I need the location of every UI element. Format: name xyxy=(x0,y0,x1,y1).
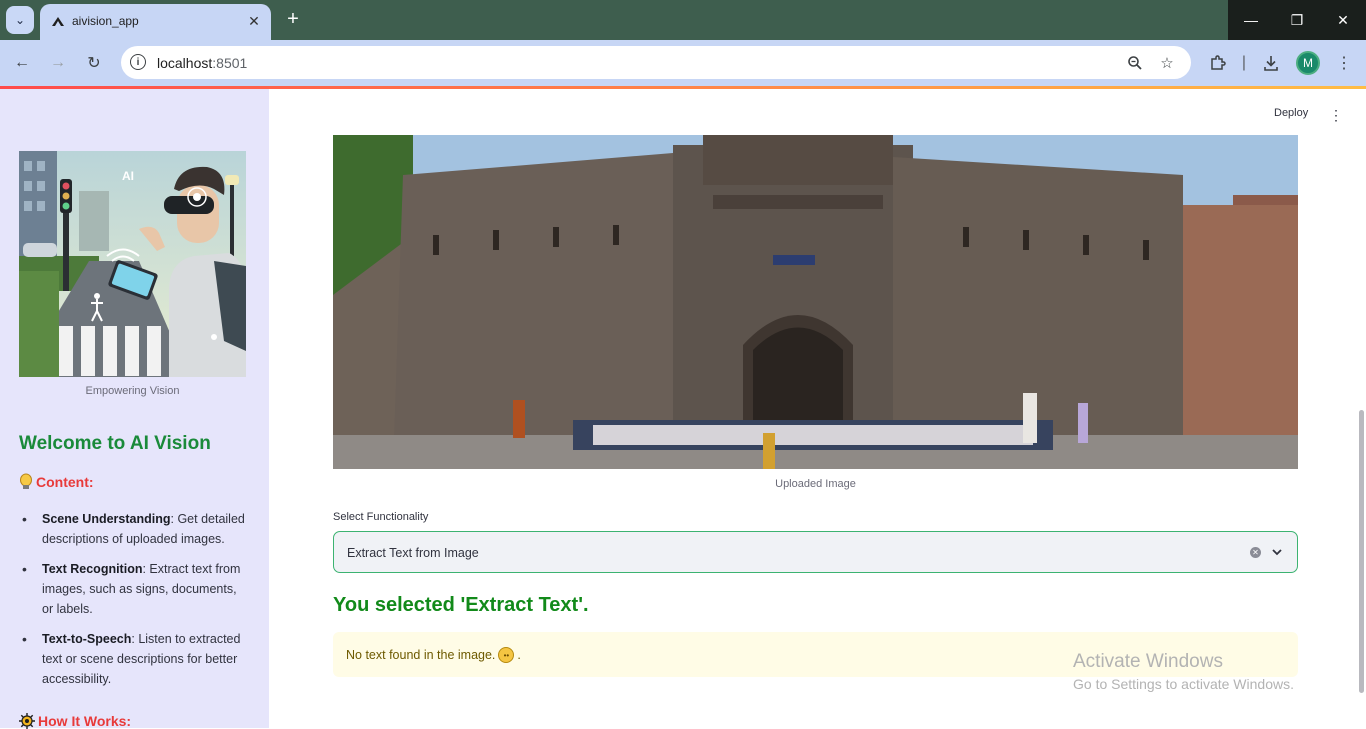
feature-name: Text Recognition xyxy=(42,562,143,576)
select-value: Extract Text from Image xyxy=(347,546,479,560)
toolbar-divider: | xyxy=(1241,54,1247,71)
sidebar-illustration: AI xyxy=(19,151,246,377)
minimize-icon[interactable]: — xyxy=(1228,0,1274,40)
content-header-label: Content: xyxy=(36,474,94,490)
disappointed-face-icon: •• xyxy=(498,647,515,663)
close-window-icon[interactable]: ✕ xyxy=(1320,0,1366,40)
scrollbar-thumb[interactable] xyxy=(1359,410,1364,693)
back-arrow-icon[interactable]: ← xyxy=(11,52,33,74)
activate-windows-title: Activate Windows xyxy=(1073,651,1223,672)
tab-title: aivision_app xyxy=(72,14,139,28)
window-controls: — ❐ ✕ xyxy=(1228,0,1366,40)
select-functionality-label: Select Functionality xyxy=(333,511,429,523)
active-tab[interactable]: aivision_app ✕ xyxy=(40,4,271,40)
alert-message: No text found in the image. xyxy=(346,648,496,662)
address-bar[interactable]: i localhost:8501 ☆ xyxy=(121,46,1191,79)
browser-menu-icon[interactable]: ⋮ xyxy=(1333,52,1355,74)
restore-icon[interactable]: ❐ xyxy=(1274,0,1320,40)
zoom-icon[interactable] xyxy=(1125,53,1145,73)
close-tab-icon[interactable]: ✕ xyxy=(245,12,263,30)
sidebar-image-caption: Empowering Vision xyxy=(85,385,180,397)
extensions-icon[interactable] xyxy=(1207,52,1229,74)
browser-tab-bar: ⌄ aivision_app ✕ + — ❐ ✕ xyxy=(0,0,1366,40)
site-info-icon[interactable]: i xyxy=(130,54,146,70)
how-it-works-header: How It Works: xyxy=(19,713,131,729)
feature-name: Text-to-Speech xyxy=(42,632,132,646)
deploy-button[interactable]: Deploy xyxy=(1274,107,1308,119)
alert-text: No text found in the image. ••. xyxy=(346,647,521,663)
selected-message: You selected 'Extract Text'. xyxy=(333,594,589,616)
new-tab-button[interactable]: + xyxy=(282,8,304,30)
svg-text:AI: AI xyxy=(122,169,134,183)
feature-list: Scene Understanding: Get detailed descri… xyxy=(19,509,249,699)
sidebar-title: Welcome to AI Vision xyxy=(19,433,211,454)
reload-icon[interactable]: ↻ xyxy=(83,52,105,74)
main-menu-icon[interactable]: ⋮ xyxy=(1328,106,1344,124)
chevron-down-icon[interactable] xyxy=(1269,544,1285,560)
gear-icon xyxy=(19,713,35,729)
uploaded-image-caption: Uploaded Image xyxy=(775,478,856,490)
lightbulb-icon xyxy=(20,473,32,489)
list-item: Text Recognition: Extract text from imag… xyxy=(19,559,249,619)
sidebar: AI Empowering Vision Welcome to AI Visio… xyxy=(0,89,269,729)
activate-windows-subtitle: Go to Settings to activate Windows. xyxy=(1073,676,1294,692)
how-it-works-label: How It Works: xyxy=(38,713,132,729)
browser-nav-bar: ← → ↻ i localhost:8501 ☆ | ⋮ xyxy=(0,40,1366,86)
content-header: Content: xyxy=(19,473,94,491)
url-text: localhost:8501 xyxy=(157,55,248,71)
bookmark-star-icon[interactable]: ☆ xyxy=(1157,53,1177,73)
profile-avatar[interactable]: M xyxy=(1296,51,1320,75)
clear-selection-icon[interactable]: ✕ xyxy=(1250,547,1261,558)
feature-name: Scene Understanding xyxy=(42,512,171,526)
list-item: Scene Understanding: Get detailed descri… xyxy=(19,509,249,549)
functionality-select[interactable]: Extract Text from Image ✕ xyxy=(333,531,1298,573)
alert-suffix: . xyxy=(517,648,521,662)
download-icon[interactable] xyxy=(1260,52,1282,74)
uploaded-image xyxy=(333,135,1298,469)
tab-search-button[interactable]: ⌄ xyxy=(6,6,34,34)
forward-arrow-icon[interactable]: → xyxy=(47,52,69,74)
chevron-down-icon: ⌄ xyxy=(14,13,26,27)
streamlit-favicon-icon xyxy=(52,17,64,26)
list-item: Text-to-Speech: Listen to extracted text… xyxy=(19,629,249,689)
